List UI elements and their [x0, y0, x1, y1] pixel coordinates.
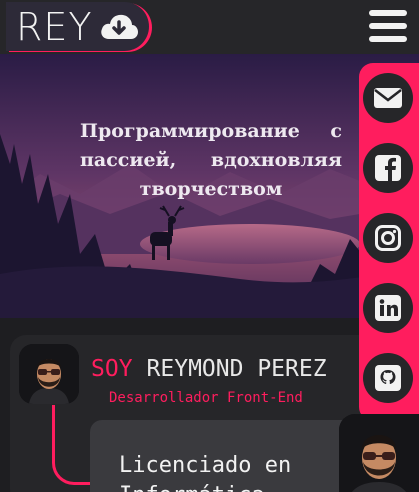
bio-text: Licenciado en Informática [119, 453, 292, 492]
profile-name: REYMOND PEREZ [146, 356, 327, 382]
avatar [19, 344, 79, 404]
logo[interactable]: REY [6, 2, 149, 51]
soy-label: SOY [91, 356, 133, 382]
hero-tagline: Программирование с пассией, вдохновляя т… [80, 120, 342, 200]
logo-text: REY [16, 4, 93, 49]
profile-role: Desarrollador Front-End [109, 390, 303, 406]
menu-bar [369, 10, 407, 16]
instagram-icon[interactable] [363, 213, 413, 263]
facebook-icon[interactable] [363, 143, 413, 193]
connector-line [52, 405, 92, 485]
menu-bar [369, 36, 407, 42]
profile-name-line: SOY REYMOND PEREZ [91, 356, 327, 382]
envelope-icon[interactable] [363, 73, 413, 123]
linkedin-icon[interactable] [363, 283, 413, 333]
hamburger-menu-icon[interactable] [369, 10, 407, 42]
hero-banner: Программирование с пассией, вдохновляя т… [0, 54, 419, 318]
github-icon[interactable] [363, 353, 413, 403]
social-links-bar [359, 63, 419, 421]
avatar-large[interactable] [339, 414, 419, 492]
cloud-download-icon [99, 11, 139, 43]
menu-bar [369, 23, 407, 29]
top-header: REY [0, 0, 419, 54]
